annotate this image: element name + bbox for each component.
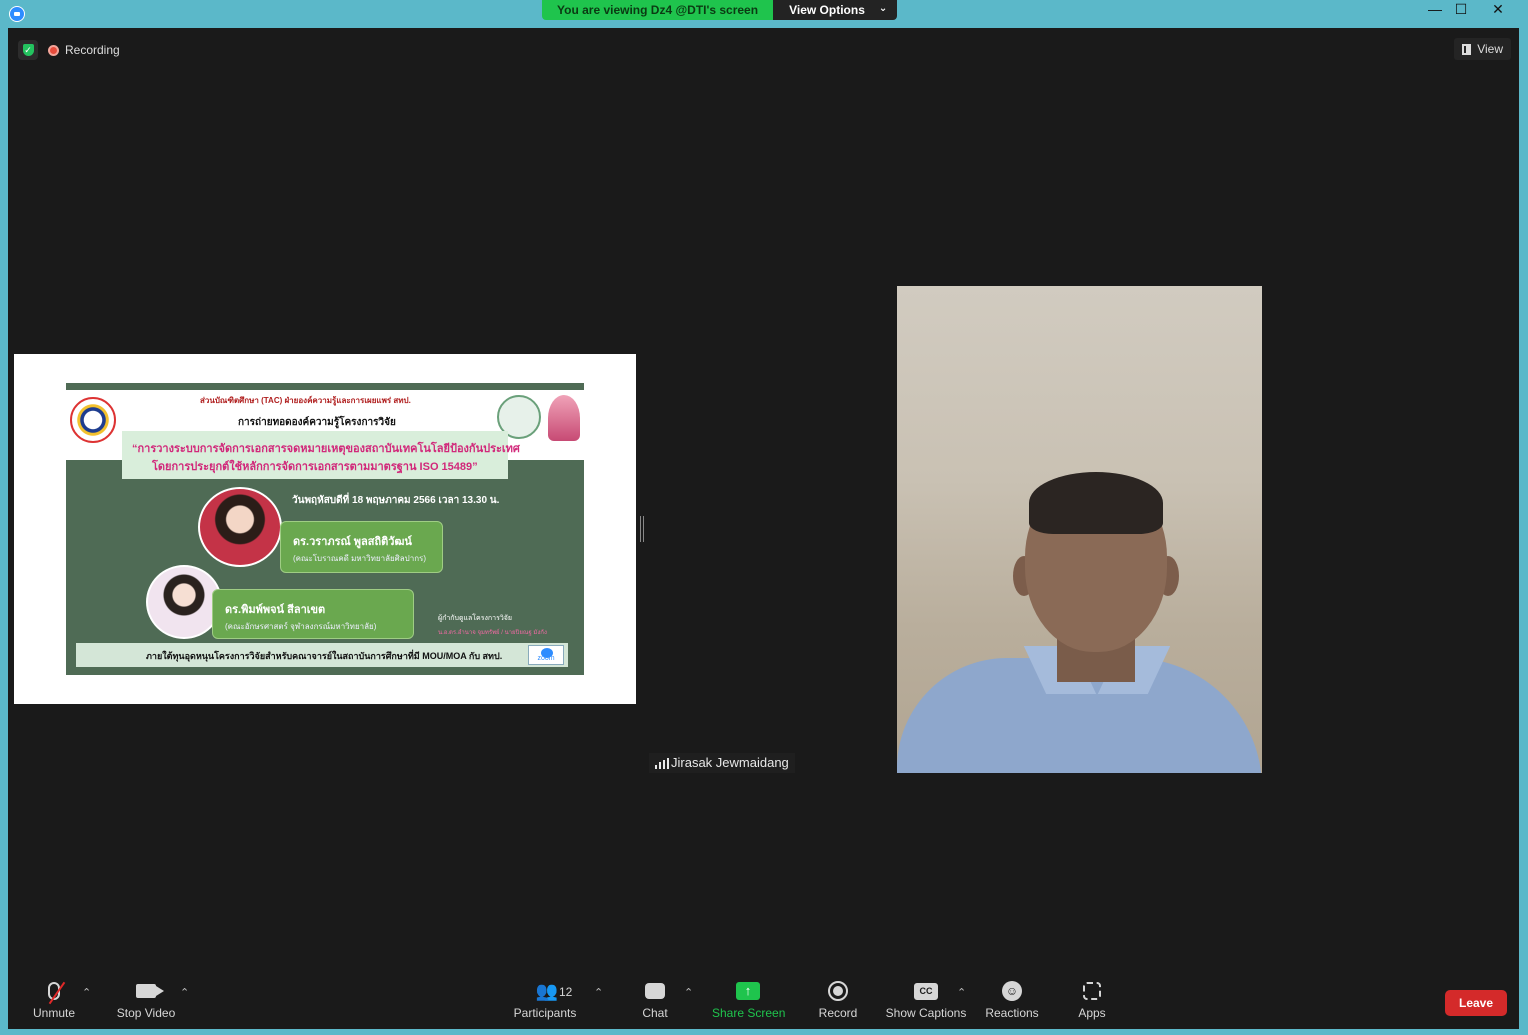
institute-logo bbox=[70, 397, 116, 443]
show-captions-label: Show Captions bbox=[885, 1006, 967, 1020]
poster-host-label: ผู้กำกับดูแลโครงการวิจัย bbox=[438, 615, 512, 622]
chat-button[interactable]: Chat bbox=[638, 978, 672, 1026]
share-screen-label: Share Screen bbox=[712, 1006, 786, 1020]
recording-label: Recording bbox=[65, 43, 120, 57]
camera-icon bbox=[136, 984, 164, 998]
chevron-down-icon: ⌄ bbox=[878, 3, 888, 14]
view-options-label: View Options bbox=[789, 3, 865, 17]
zoom-app-icon bbox=[9, 6, 25, 22]
captions-icon: CC bbox=[914, 982, 938, 1000]
record-label: Record bbox=[818, 1006, 858, 1020]
poster-footer-text: ภายใต้ทุนอุดหนุนโครงการวิจัยสำหรับคณาจาร… bbox=[146, 651, 503, 661]
poster-date: วันพฤหัสบดีที่ 18 พฤษภาคม 2566 เวลา 13.3… bbox=[292, 495, 500, 506]
viewing-banner: You are viewing Dz4 @DTI's screen View O… bbox=[542, 0, 898, 20]
viewing-banner-text: You are viewing Dz4 @DTI's screen bbox=[542, 0, 774, 20]
captions-options-caret-icon[interactable]: ⌃ bbox=[957, 986, 966, 999]
participants-button[interactable]: 👥 12 Participants bbox=[512, 978, 578, 1026]
share-screen-icon: ↑ bbox=[736, 982, 760, 1000]
view-button[interactable]: View bbox=[1454, 38, 1511, 60]
speaker1-affiliation: (คณะโบราณคดี มหาวิทยาลัยศิลปากร) bbox=[293, 554, 427, 563]
share-screen-button[interactable]: ↑ Share Screen bbox=[712, 978, 786, 1026]
speaker2-affiliation: (คณะอักษรศาสตร์ จุฬาลงกรณ์มหาวิทยาลัย) bbox=[225, 622, 377, 631]
split-view-handle[interactable] bbox=[640, 516, 644, 542]
audio-options-caret-icon[interactable]: ⌃ bbox=[82, 986, 91, 999]
apps-label: Apps bbox=[1078, 1006, 1106, 1020]
show-captions-button[interactable]: CC Show Captions bbox=[884, 978, 968, 1026]
meeting-toolbar: Unmute ⌃ Stop Video ⌃ 👥 12 Participants … bbox=[8, 972, 1519, 1029]
poster-title-box: “การวางระบบการจัดการเอกสารจดหมายเหตุของส… bbox=[122, 431, 520, 479]
reactions-icon: ☺ bbox=[1002, 981, 1022, 1001]
participants-options-caret-icon[interactable]: ⌃ bbox=[594, 986, 603, 999]
microphone-muted-icon bbox=[48, 981, 66, 1005]
speaker-name: Jirasak Jewmaidang bbox=[671, 755, 789, 770]
apps-button[interactable]: Apps bbox=[1074, 978, 1110, 1026]
zoom-logo: zoom bbox=[528, 645, 564, 665]
record-button[interactable]: Record bbox=[816, 978, 860, 1026]
poster-footer: ภายใต้ทุนอุดหนุนโครงการวิจัยสำหรับคณาจาร… bbox=[76, 643, 568, 667]
poster-title-line1: “การวางระบบการจัดการเอกสารจดหมายเหตุของส… bbox=[132, 443, 520, 455]
chat-icon bbox=[645, 983, 665, 999]
speaker2-card: ดร.พิมพ์พจน์ สีลาเขต (คณะอักษรศาสตร์ จุฬ… bbox=[212, 589, 414, 639]
participant-video[interactable] bbox=[897, 286, 1262, 773]
view-options-button[interactable]: View Options ⌄ bbox=[773, 0, 898, 20]
participants-icon: 👥 bbox=[535, 980, 559, 1001]
recording-dot-icon bbox=[48, 44, 59, 56]
chat-options-caret-icon[interactable]: ⌃ bbox=[684, 986, 693, 999]
poster-host-names: น.อ.ดร.อำนาจ จุมทรัพย์ / นายปิยณฐ มังกัง bbox=[438, 630, 547, 636]
recording-indicator[interactable]: Recording bbox=[48, 43, 120, 57]
reactions-label: Reactions bbox=[985, 1006, 1039, 1020]
poster-subtitle: การถ่ายทอดองค์ความรู้โครงการวิจัย bbox=[238, 417, 396, 428]
poster-title-line2: โดยการประยุกต์ใช้หลักการจัดการเอกสารตามม… bbox=[152, 461, 478, 473]
speaker-name-tag: Jirasak Jewmaidang bbox=[649, 753, 795, 773]
speaker1-card: ดร.วราภรณ์ พูลสถิติวัฒน์ (คณะโบราณคดี มห… bbox=[280, 521, 443, 573]
participants-count: 12 bbox=[559, 985, 573, 999]
view-label: View bbox=[1477, 42, 1503, 56]
shared-poster: ส่วนบัณฑิตศึกษา (TAC) ฝ่ายองค์ความรู้และ… bbox=[66, 383, 584, 675]
apps-icon bbox=[1083, 982, 1101, 1000]
window-titlebar: You are viewing Dz4 @DTI's screen View O… bbox=[0, 0, 1528, 27]
reactions-button[interactable]: ☺ Reactions bbox=[984, 978, 1040, 1026]
record-icon bbox=[828, 981, 848, 1001]
security-shield-icon[interactable]: ✓ bbox=[18, 40, 38, 60]
speaker1-photo bbox=[198, 487, 282, 567]
leave-button[interactable]: Leave bbox=[1445, 990, 1507, 1016]
speaker2-name: ดร.พิมพ์พจน์ สีลาเขต bbox=[225, 604, 326, 616]
stop-video-button[interactable]: Stop Video bbox=[114, 978, 178, 1026]
signal-strength-icon bbox=[655, 758, 669, 769]
meeting-area: ✓ Recording View ส่วนบัณฑิตศึกษา (TAC) ฝ… bbox=[8, 28, 1519, 1029]
participants-label: Participants bbox=[513, 1006, 577, 1020]
view-layout-icon bbox=[1462, 43, 1472, 55]
speaker1-name: ดร.วราภรณ์ พูลสถิติวัฒน์ bbox=[293, 536, 412, 548]
meeting-status: ✓ Recording bbox=[18, 40, 120, 60]
unmute-button[interactable]: Unmute bbox=[28, 978, 80, 1026]
shared-screen: ส่วนบัณฑิตศึกษา (TAC) ฝ่ายองค์ความรู้และ… bbox=[14, 354, 636, 704]
unmute-label: Unmute bbox=[32, 1006, 76, 1020]
maximize-button[interactable]: ☐ bbox=[1444, 0, 1478, 20]
chula-logo bbox=[548, 395, 580, 441]
close-button[interactable]: ✕ bbox=[1479, 0, 1517, 20]
window-bottom-border bbox=[0, 1029, 1528, 1035]
poster-org-line: ส่วนบัณฑิตศึกษา (TAC) ฝ่ายองค์ความรู้และ… bbox=[200, 396, 411, 405]
stop-video-label: Stop Video bbox=[116, 1006, 176, 1020]
video-options-caret-icon[interactable]: ⌃ bbox=[180, 986, 189, 999]
speaker2-photo bbox=[146, 565, 222, 639]
chat-label: Chat bbox=[642, 1006, 668, 1020]
